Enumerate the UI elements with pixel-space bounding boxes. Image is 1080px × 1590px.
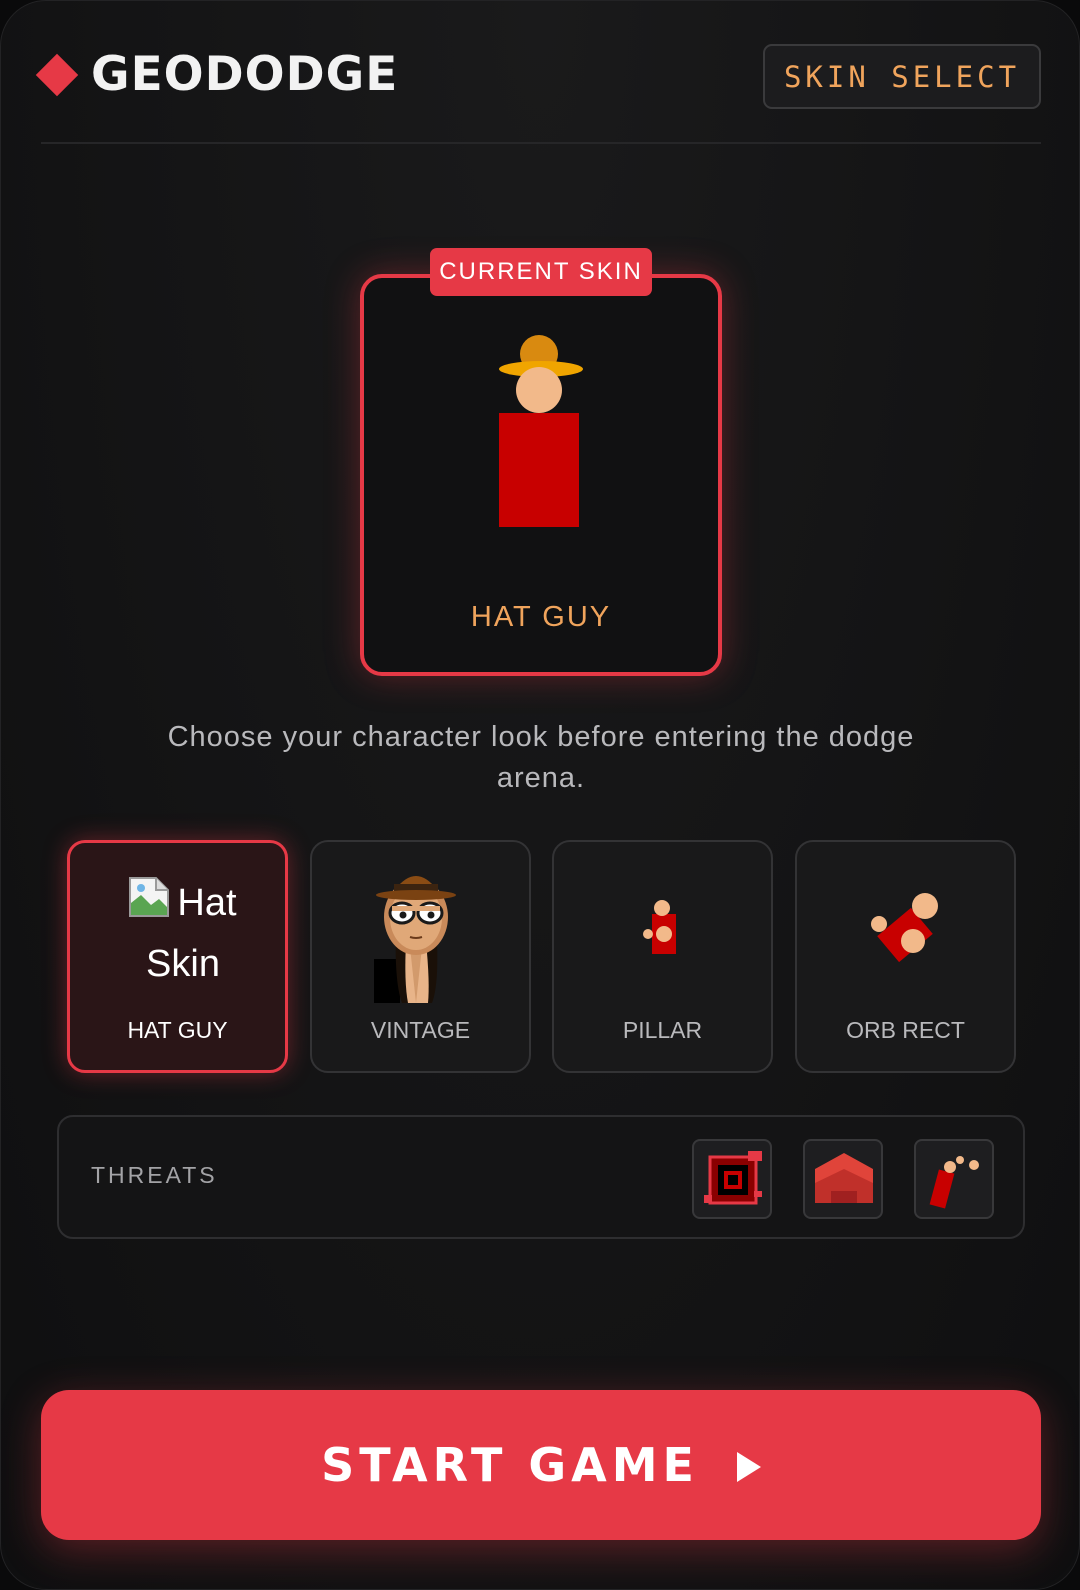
play-icon (736, 1452, 761, 1482)
header-divider (41, 142, 1041, 144)
threats-label: THREATS (91, 1162, 218, 1188)
skin-label: PILLAR (622, 1017, 703, 1043)
house-block-icon (815, 1153, 873, 1203)
skin-card-pillar[interactable]: PILLAR (552, 840, 773, 1073)
skin-card-hat-guy[interactable]: Hat Skin HAT GUY (67, 840, 288, 1073)
skin-label: ORB RECT (846, 1017, 965, 1043)
orb-rect-character-icon (871, 893, 938, 963)
threat-tile (692, 1139, 772, 1219)
start-game-label: START GAME (321, 1438, 699, 1492)
current-skin-name: HAT GUY (470, 601, 612, 633)
threats-panel: THREATS (57, 1115, 1025, 1239)
skin-card-orb-rect[interactable]: ORB RECT (795, 840, 1016, 1073)
vintage-character-icon (374, 876, 456, 1003)
pillar-character-icon (643, 900, 676, 954)
threat-tile (803, 1139, 883, 1219)
broken-image: Hat Skin (118, 873, 248, 995)
skin-card-vintage[interactable]: VINTAGE (310, 840, 531, 1073)
threat-tile (914, 1139, 994, 1219)
square-trap-icon (704, 1151, 762, 1205)
broken-image-icon (129, 877, 170, 917)
instructions-text: Choose your character look before enteri… (167, 721, 915, 794)
skin-select-button[interactable]: SKIN SELECT (763, 44, 1041, 109)
skin-label: HAT GUY (127, 1017, 228, 1043)
skin-label: VINTAGE (370, 1017, 471, 1043)
hat-guy-character-icon (499, 335, 583, 527)
game-screen: GEODODGE SKIN SELECT CURRENT SKIN HAT GU… (0, 0, 1080, 1590)
orb-shot-icon (929, 1156, 979, 1209)
current-skin-badge: CURRENT SKIN (430, 248, 652, 296)
logo-diamond-icon (35, 53, 79, 97)
app-title: GEODODGE (91, 47, 399, 102)
start-game-button[interactable]: START GAME (41, 1390, 1041, 1540)
